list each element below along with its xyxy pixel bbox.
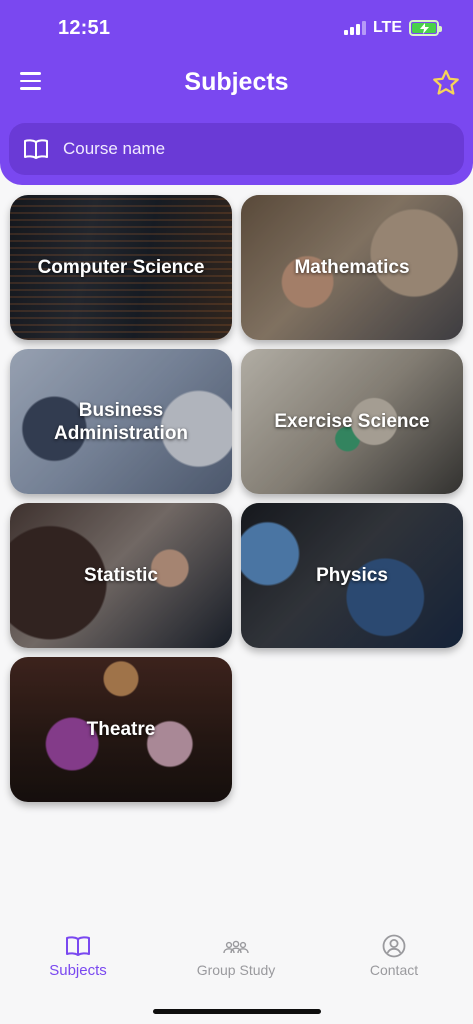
subject-label: Theatre: [86, 719, 156, 740]
subject-card-statistic[interactable]: Statistic: [10, 503, 232, 648]
book-icon: [24, 139, 48, 159]
bottom-nav: Subjects Group Study Contact: [0, 920, 473, 990]
home-indicator: [153, 1009, 321, 1014]
subject-label: Computer Science: [37, 257, 205, 278]
battery-charging-icon: [409, 20, 442, 36]
status-indicators: LTE: [343, 19, 442, 37]
header: 12:51 LTE Subjects: [0, 0, 473, 185]
subject-label: Exercise Science: [274, 411, 430, 432]
subject-card-exercise-science[interactable]: Exercise Science: [241, 349, 463, 494]
page-title: Subjects: [184, 68, 289, 96]
network-type: LTE: [372, 19, 402, 36]
group-icon: [223, 940, 249, 954]
subject-card-business-administration[interactable]: Business Administration: [10, 349, 232, 494]
subject-card-mathematics[interactable]: Mathematics: [241, 195, 463, 340]
subject-card-computer-science[interactable]: Computer Science: [10, 195, 232, 340]
subject-label: Physics: [316, 565, 388, 586]
search-bar[interactable]: [9, 123, 464, 175]
tab-label: Group Study: [196, 962, 276, 978]
tab-subjects[interactable]: Subjects: [18, 934, 138, 979]
user-circle-icon: [382, 934, 406, 958]
subject-label: Mathematics: [294, 257, 410, 278]
subject-card-theatre[interactable]: Theatre: [10, 657, 232, 802]
status-bar: 12:51 LTE: [0, 0, 473, 56]
signal-icon: [343, 21, 366, 35]
tab-group-study[interactable]: Group Study: [176, 934, 296, 978]
book-icon: [66, 936, 90, 956]
subjects-screen: 12:51 LTE Subjects Course name Computer …: [0, 0, 473, 1024]
course-search-input[interactable]: [63, 139, 443, 159]
tab-label: Contact: [369, 962, 419, 978]
top-nav-row: Subjects: [0, 62, 473, 106]
subject-label: Business Administration: [53, 399, 189, 444]
subject-label: Statistic: [84, 565, 158, 586]
tab-label: Subjects: [49, 962, 107, 979]
subject-card-physics[interactable]: Physics: [241, 503, 463, 648]
status-time: 12:51: [58, 17, 111, 39]
star-icon[interactable]: [431, 68, 461, 98]
tab-contact[interactable]: Contact: [334, 934, 454, 978]
